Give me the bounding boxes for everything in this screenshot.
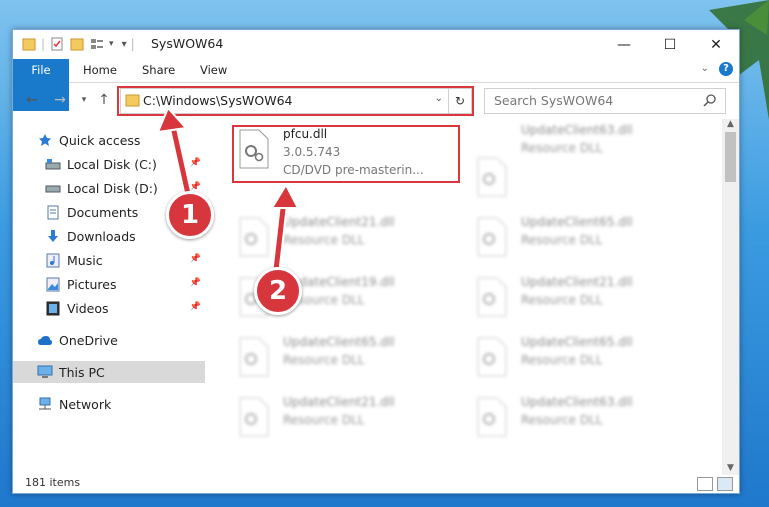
annotation-arrows — [156, 106, 300, 271]
callout-badge-2: 2 — [254, 267, 302, 315]
callout-badge-1: 1 — [166, 191, 214, 239]
